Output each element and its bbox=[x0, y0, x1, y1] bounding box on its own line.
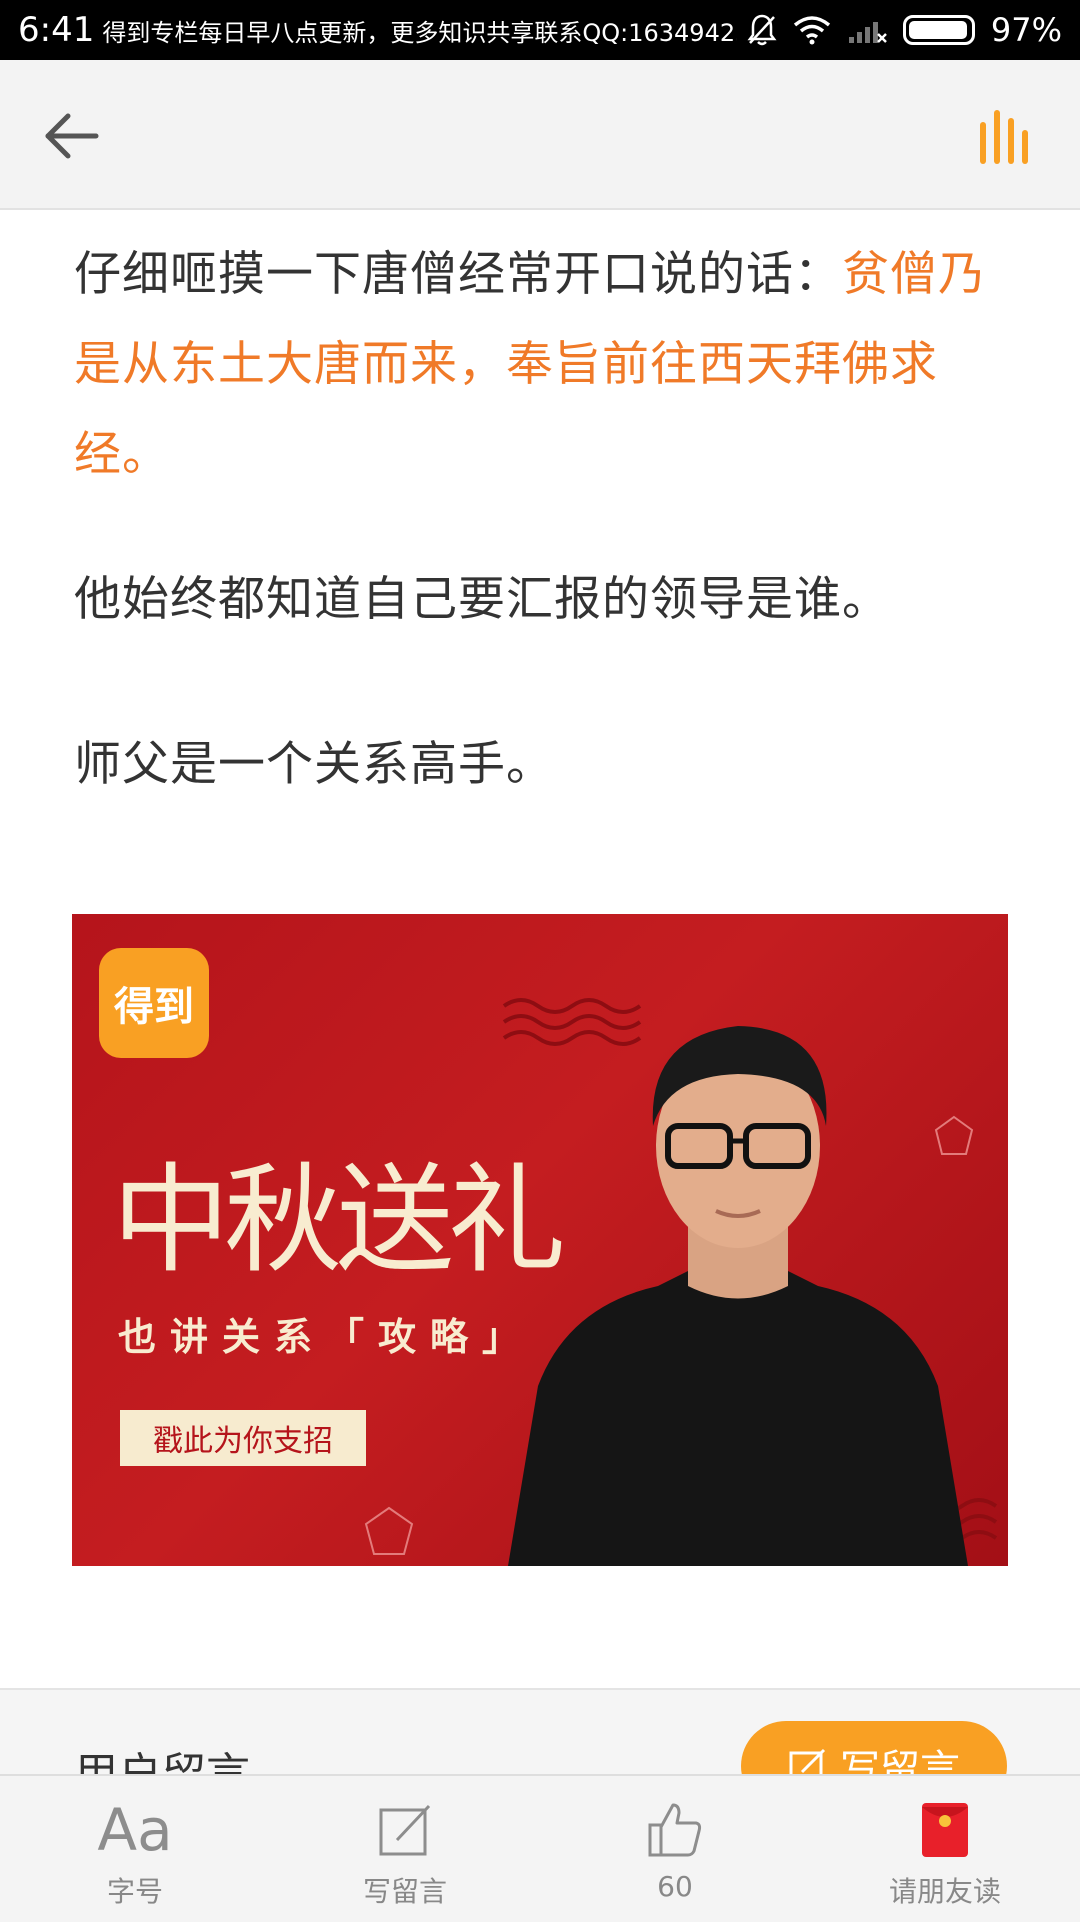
paragraph-lead-text: 仔细咂摸一下唐僧经常开口说的话： bbox=[74, 247, 842, 302]
font-size-glyph: Aa bbox=[97, 1796, 173, 1864]
like-tab[interactable]: 60 bbox=[565, 1776, 785, 1922]
app-header bbox=[0, 60, 1080, 210]
screen: 6:41 得到专栏每日早八点更新，更多知识共享联系QQ:1634942508 9… bbox=[0, 0, 1080, 1922]
comments-title: 用户留言 bbox=[74, 1749, 250, 1778]
article-paragraph: 师父是一个关系高手。 bbox=[74, 737, 554, 792]
share-tab[interactable]: 请朋友读 bbox=[835, 1776, 1055, 1922]
thumbs-up-icon bbox=[646, 1798, 704, 1862]
battery-icon bbox=[902, 15, 975, 45]
article-paragraph: 仔细咂摸一下唐僧经常开口说的话：贫僧乃是从东土大唐而来，奉旨前往西天拜佛求经。 bbox=[74, 230, 1010, 500]
like-count: 60 bbox=[657, 1870, 693, 1903]
write-comment-label: 写留言 bbox=[840, 1747, 960, 1778]
status-notification: 得到专栏每日早八点更新，更多知识共享联系QQ:1634942508 bbox=[102, 18, 737, 47]
speaker-portrait bbox=[508, 1026, 968, 1566]
comments-section: 用户留言 写留言 bbox=[0, 1688, 1080, 1778]
article-body: 仔细咂摸一下唐僧经常开口说的话：贫僧乃是从东土大唐而来，奉旨前往西天拜佛求经。 … bbox=[74, 230, 1010, 810]
font-size-icon: Aa bbox=[97, 1798, 172, 1862]
battery-percent: 97% bbox=[990, 11, 1062, 49]
red-envelope-icon bbox=[920, 1798, 970, 1862]
bell-off-icon bbox=[747, 14, 777, 46]
font-size-tab[interactable]: Aa 字号 bbox=[25, 1776, 245, 1922]
audio-bars-icon[interactable] bbox=[976, 104, 1040, 168]
signal-icon bbox=[848, 22, 887, 43]
status-time: 6:41 bbox=[18, 10, 95, 50]
write-comment-tab[interactable]: 写留言 bbox=[295, 1776, 515, 1922]
article-paragraph: 他始终都知道自己要汇报的领导是谁。 bbox=[74, 572, 890, 627]
dedao-logo: 得到 bbox=[99, 948, 209, 1058]
status-bar: 6:41 得到专栏每日早八点更新，更多知识共享联系QQ:1634942508 9… bbox=[0, 0, 1080, 60]
write-comment-tab-label: 写留言 bbox=[362, 1875, 447, 1908]
banner-cta-button[interactable]: 戳此为你支招 bbox=[120, 1410, 366, 1466]
font-size-label: 字号 bbox=[106, 1875, 163, 1908]
edit-icon bbox=[377, 1798, 433, 1862]
back-arrow-icon[interactable] bbox=[40, 104, 104, 168]
promo-banner[interactable]: 得到 中秋送礼 也讲关系「攻略」 戳此为你支招 bbox=[72, 914, 1008, 1566]
gem-decoration-icon bbox=[364, 1506, 414, 1555]
wifi-icon bbox=[793, 16, 830, 45]
battery-level bbox=[908, 21, 968, 39]
write-comment-button[interactable]: 写留言 bbox=[741, 1721, 1007, 1778]
share-label: 请朋友读 bbox=[888, 1875, 1001, 1908]
status-icons: 97% bbox=[747, 11, 1062, 49]
bottom-action-bar: Aa 字号 写留言 60 请朋友读 bbox=[0, 1774, 1080, 1922]
